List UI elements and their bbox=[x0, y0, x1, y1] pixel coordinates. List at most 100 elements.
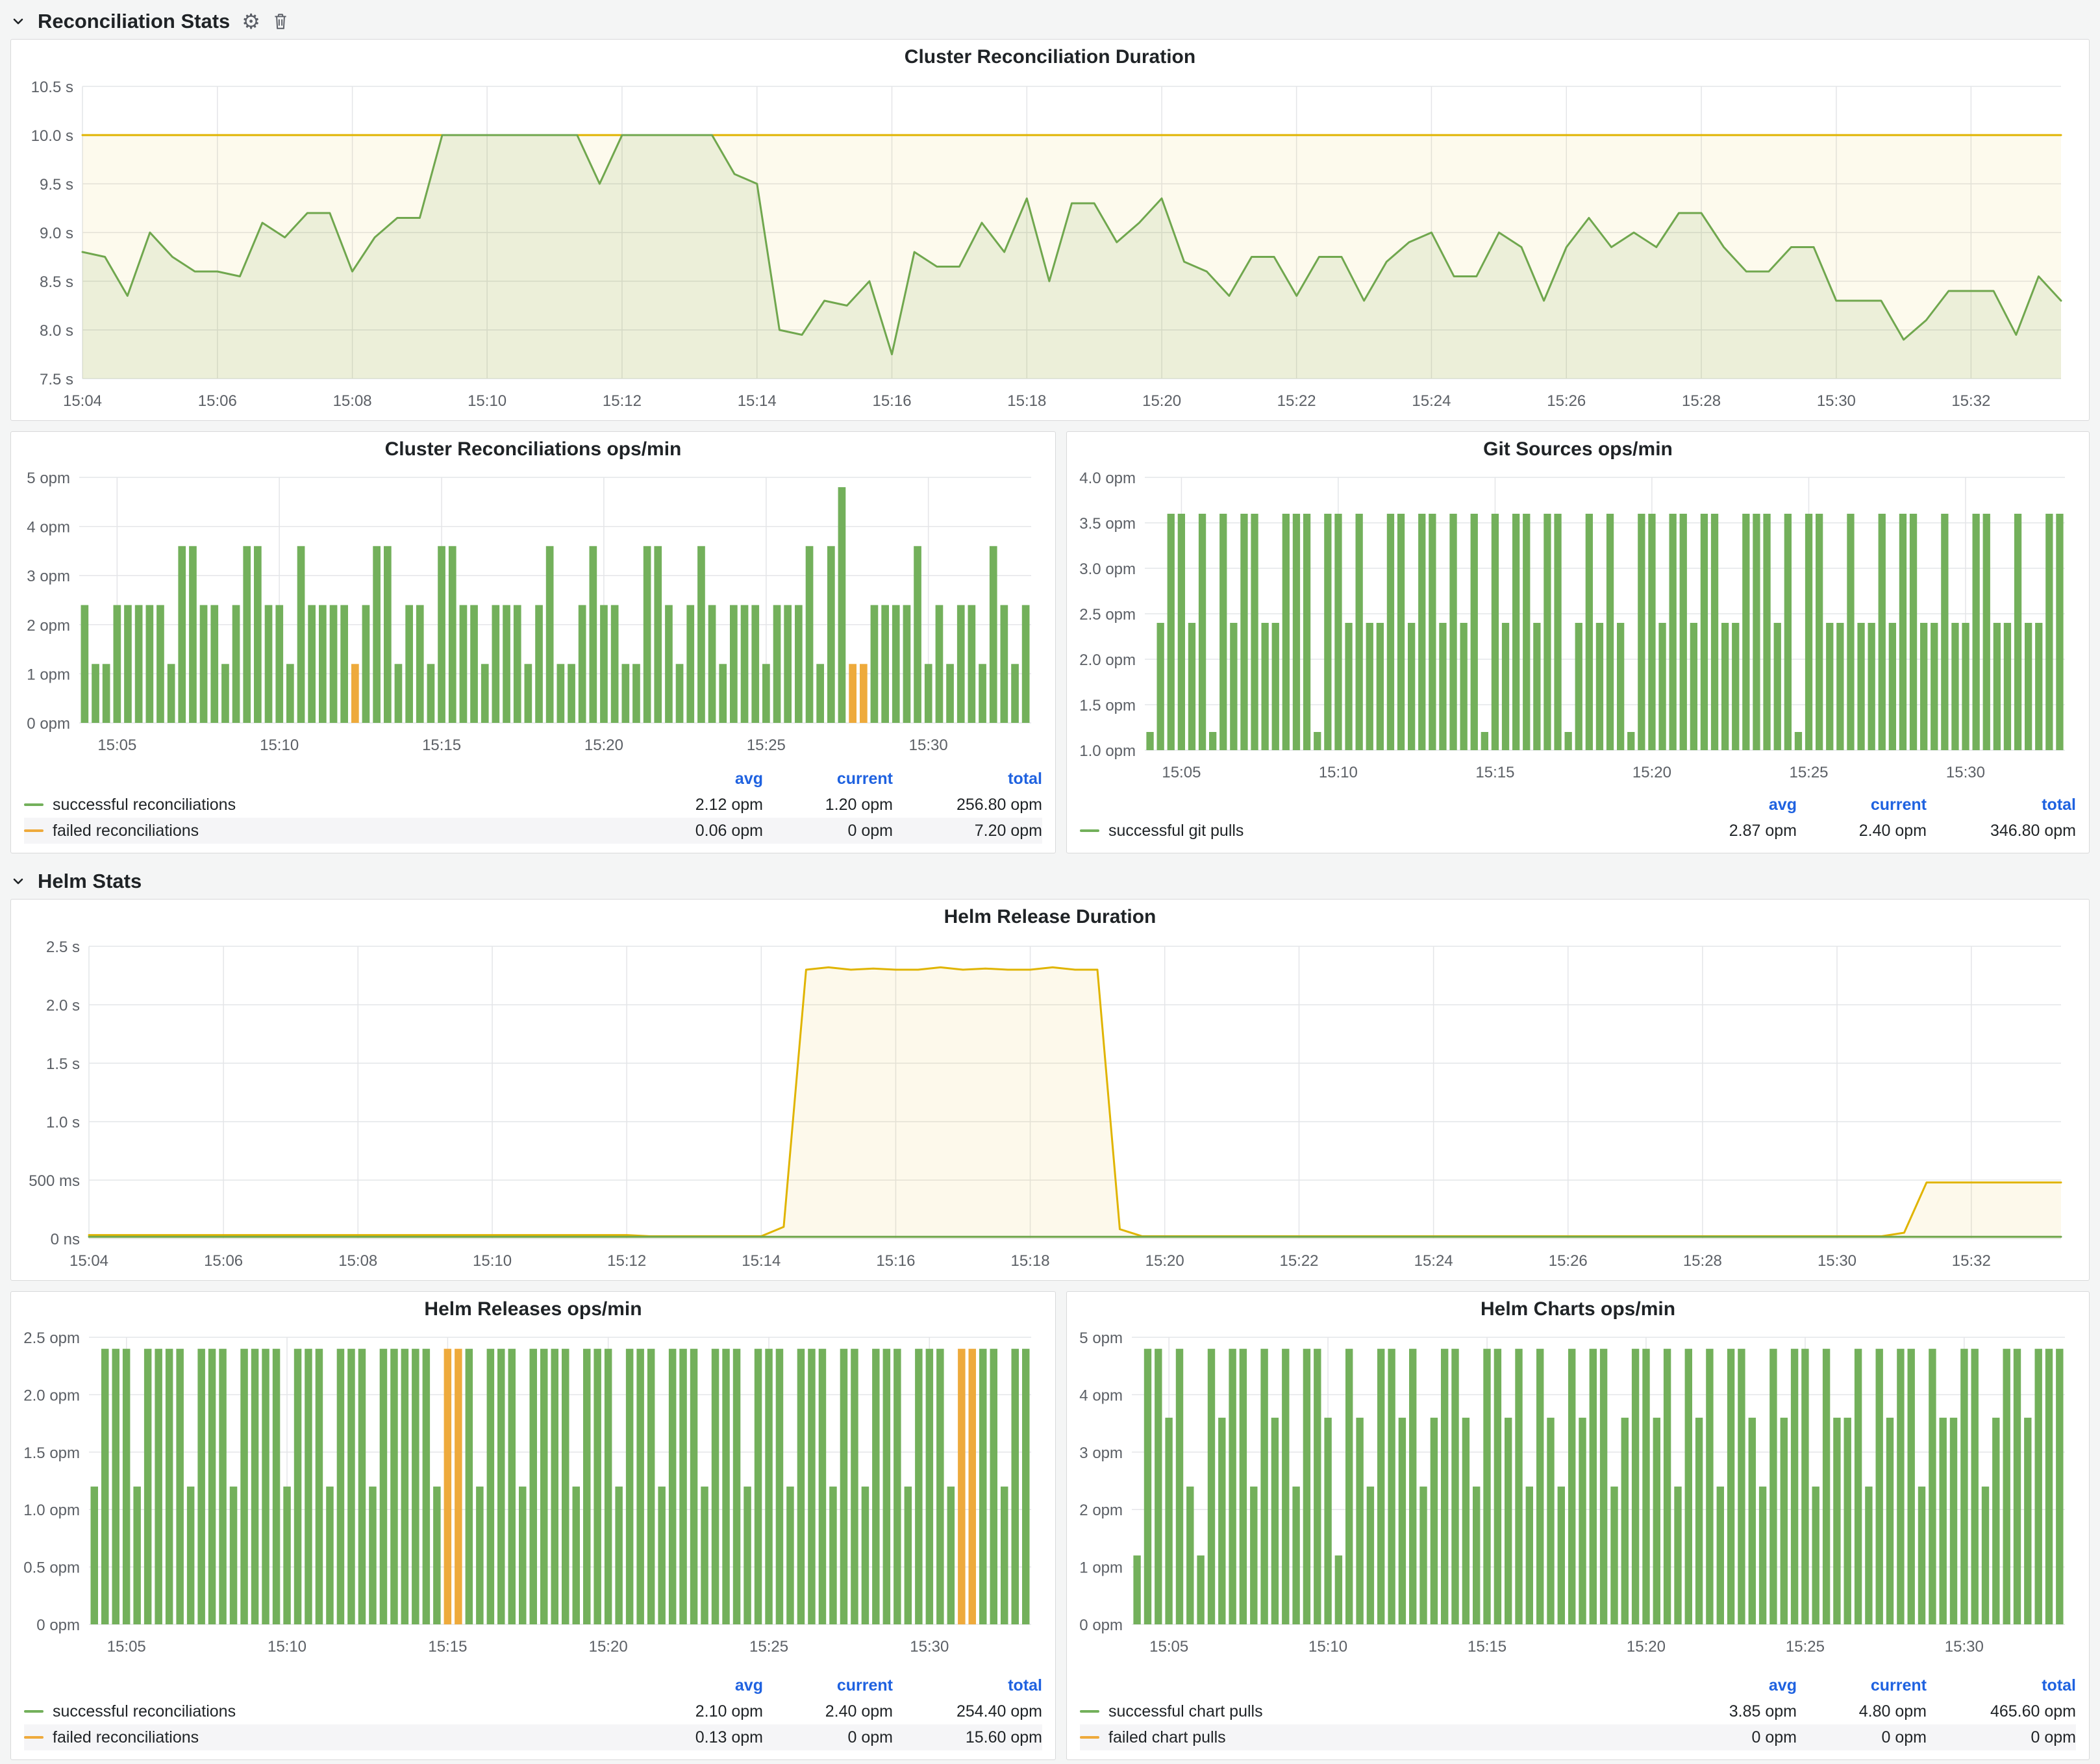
series-dash bbox=[24, 803, 44, 806]
series-name[interactable]: failed chart pulls bbox=[1108, 1728, 1226, 1747]
series-dash bbox=[24, 1736, 44, 1739]
svg-text:15:15: 15:15 bbox=[1468, 1638, 1506, 1656]
legend: avg current total successful reconciliat… bbox=[11, 763, 1055, 853]
svg-text:15:06: 15:06 bbox=[204, 1252, 243, 1270]
series-dash bbox=[1080, 829, 1099, 832]
section-reconciliation-stats[interactable]: Reconciliation Stats ⚙ bbox=[10, 4, 2090, 39]
svg-text:15:10: 15:10 bbox=[1319, 764, 1358, 781]
panel-title[interactable]: Cluster Reconciliation Duration bbox=[11, 40, 2089, 75]
svg-text:10.5 s: 10.5 s bbox=[31, 79, 73, 96]
legend-header-row: avg current total bbox=[24, 1672, 1042, 1698]
svg-text:15:20: 15:20 bbox=[1142, 392, 1181, 410]
svg-text:0 opm: 0 opm bbox=[36, 1617, 80, 1634]
svg-text:15:30: 15:30 bbox=[1945, 1638, 1984, 1656]
series-current: 2.40 opm bbox=[1797, 822, 1927, 840]
legend-col-total[interactable]: total bbox=[893, 1676, 1042, 1695]
legend-col-current[interactable]: current bbox=[1797, 796, 1927, 814]
series-name[interactable]: failed reconciliations bbox=[53, 822, 199, 840]
svg-text:2.5 opm: 2.5 opm bbox=[23, 1329, 80, 1347]
series-current: 0 opm bbox=[1797, 1728, 1927, 1747]
svg-text:15:28: 15:28 bbox=[1683, 1252, 1722, 1270]
legend-col-total[interactable]: total bbox=[1927, 796, 2076, 814]
section-title[interactable]: Reconciliation Stats bbox=[38, 10, 230, 33]
svg-text:1 opm: 1 opm bbox=[27, 666, 70, 683]
legend-row-successful: successful chart pulls 3.85 opm 4.80 opm… bbox=[1080, 1698, 2076, 1724]
svg-text:15:05: 15:05 bbox=[1162, 764, 1201, 781]
git-sources-ops-chart[interactable]: 4.0 opm3.5 opm3.0 opm2.5 opm2.0 opm1.5 o… bbox=[1077, 467, 2079, 784]
svg-text:1.0 opm: 1.0 opm bbox=[23, 1502, 80, 1519]
panel-helm-releases-ops: Helm Releases ops/min 2.5 opm2.0 opm1.5 … bbox=[10, 1291, 1056, 1760]
legend-col-avg[interactable]: avg bbox=[1667, 1676, 1797, 1695]
series-current: 4.80 opm bbox=[1797, 1702, 1927, 1721]
svg-text:15:18: 15:18 bbox=[1007, 392, 1046, 410]
svg-text:1.0 opm: 1.0 opm bbox=[1079, 742, 1136, 760]
series-name[interactable]: successful reconciliations bbox=[53, 796, 236, 814]
cluster-reconciliations-ops-chart[interactable]: 5 opm4 opm3 opm2 opm1 opm0 opm15:0515:10… bbox=[21, 467, 1045, 757]
series-total: 465.60 opm bbox=[1927, 1702, 2076, 1721]
legend-col-current[interactable]: current bbox=[763, 770, 893, 788]
svg-text:15:06: 15:06 bbox=[198, 392, 237, 410]
svg-text:15:25: 15:25 bbox=[749, 1638, 788, 1656]
svg-text:3 opm: 3 opm bbox=[1079, 1444, 1123, 1462]
legend: avg current total successful reconciliat… bbox=[11, 1670, 1055, 1759]
svg-text:4 opm: 4 opm bbox=[27, 519, 70, 536]
panel-title[interactable]: Helm Releases ops/min bbox=[11, 1292, 1055, 1327]
panel-title[interactable]: Helm Charts ops/min bbox=[1067, 1292, 2089, 1327]
svg-text:15:15: 15:15 bbox=[428, 1638, 467, 1656]
panel-helm-release-duration: Helm Release Duration 2.5 s2.0 s1.5 s1.0… bbox=[10, 899, 2090, 1281]
trash-icon[interactable] bbox=[272, 12, 289, 31]
svg-text:5 opm: 5 opm bbox=[1079, 1329, 1123, 1347]
panel-title[interactable]: Git Sources ops/min bbox=[1067, 432, 2089, 467]
panel-cluster-reconciliation-duration: Cluster Reconciliation Duration 10.5 s10… bbox=[10, 39, 2090, 421]
svg-text:0.5 opm: 0.5 opm bbox=[23, 1559, 80, 1577]
svg-text:0 opm: 0 opm bbox=[27, 715, 70, 733]
series-name[interactable]: failed reconciliations bbox=[53, 1728, 199, 1747]
series-total: 254.40 opm bbox=[893, 1702, 1042, 1721]
series-current: 1.20 opm bbox=[763, 796, 893, 814]
series-name[interactable]: successful reconciliations bbox=[53, 1702, 236, 1721]
section-title[interactable]: Helm Stats bbox=[38, 870, 142, 893]
panel-git-sources-ops: Git Sources ops/min 4.0 opm3.5 opm3.0 op… bbox=[1066, 431, 2090, 853]
svg-text:15:05: 15:05 bbox=[107, 1638, 146, 1656]
svg-text:8.5 s: 8.5 s bbox=[40, 273, 73, 291]
svg-text:2 opm: 2 opm bbox=[1079, 1502, 1123, 1519]
svg-text:15:15: 15:15 bbox=[422, 737, 461, 754]
series-total: 256.80 opm bbox=[893, 796, 1042, 814]
svg-text:15:32: 15:32 bbox=[1951, 392, 1990, 410]
svg-text:15:22: 15:22 bbox=[1277, 392, 1316, 410]
legend-col-avg[interactable]: avg bbox=[633, 770, 763, 788]
svg-text:1.5 opm: 1.5 opm bbox=[1079, 697, 1136, 714]
series-name[interactable]: successful chart pulls bbox=[1108, 1702, 1263, 1721]
helm-release-duration-chart[interactable]: 2.5 s2.0 s1.5 s1.0 s500 ms0 ns15:0415:06… bbox=[21, 935, 2079, 1272]
helm-charts-ops-chart[interactable]: 5 opm4 opm3 opm2 opm1 opm0 opm15:0515:10… bbox=[1077, 1327, 2079, 1658]
svg-text:1.5 s: 1.5 s bbox=[46, 1055, 80, 1073]
legend-col-total[interactable]: total bbox=[1927, 1676, 2076, 1695]
legend: avg current total successful git pulls 2… bbox=[1067, 789, 2089, 853]
legend-col-total[interactable]: total bbox=[893, 770, 1042, 788]
legend: avg current total successful chart pulls… bbox=[1067, 1670, 2089, 1759]
section-helm-stats[interactable]: Helm Stats bbox=[10, 864, 2090, 899]
svg-text:500 ms: 500 ms bbox=[29, 1172, 80, 1190]
gear-icon[interactable]: ⚙ bbox=[242, 11, 260, 32]
svg-text:0 opm: 0 opm bbox=[1079, 1617, 1123, 1634]
svg-text:15:20: 15:20 bbox=[584, 737, 623, 754]
svg-text:1.5 opm: 1.5 opm bbox=[23, 1444, 80, 1462]
svg-text:15:20: 15:20 bbox=[589, 1638, 628, 1656]
svg-text:4 opm: 4 opm bbox=[1079, 1387, 1123, 1404]
svg-text:15:10: 15:10 bbox=[473, 1252, 512, 1270]
svg-text:8.0 s: 8.0 s bbox=[40, 322, 73, 340]
helm-releases-ops-chart[interactable]: 2.5 opm2.0 opm1.5 opm1.0 opm0.5 opm0 opm… bbox=[21, 1327, 1045, 1658]
legend-col-avg[interactable]: avg bbox=[1667, 796, 1797, 814]
panel-title[interactable]: Cluster Reconciliations ops/min bbox=[11, 432, 1055, 467]
svg-text:15:05: 15:05 bbox=[1149, 1638, 1188, 1656]
chevron-down-icon[interactable] bbox=[10, 14, 26, 29]
legend-col-current[interactable]: current bbox=[763, 1676, 893, 1695]
series-avg: 2.10 opm bbox=[633, 1702, 763, 1721]
chevron-down-icon[interactable] bbox=[10, 874, 26, 889]
legend-col-current[interactable]: current bbox=[1797, 1676, 1927, 1695]
cluster-reconciliation-duration-chart[interactable]: 10.5 s10.0 s9.5 s9.0 s8.5 s8.0 s7.5 s15:… bbox=[21, 75, 2079, 412]
legend-col-avg[interactable]: avg bbox=[633, 1676, 763, 1695]
series-name[interactable]: successful git pulls bbox=[1108, 822, 1244, 840]
panel-title[interactable]: Helm Release Duration bbox=[11, 900, 2089, 935]
svg-text:5 opm: 5 opm bbox=[27, 470, 70, 487]
